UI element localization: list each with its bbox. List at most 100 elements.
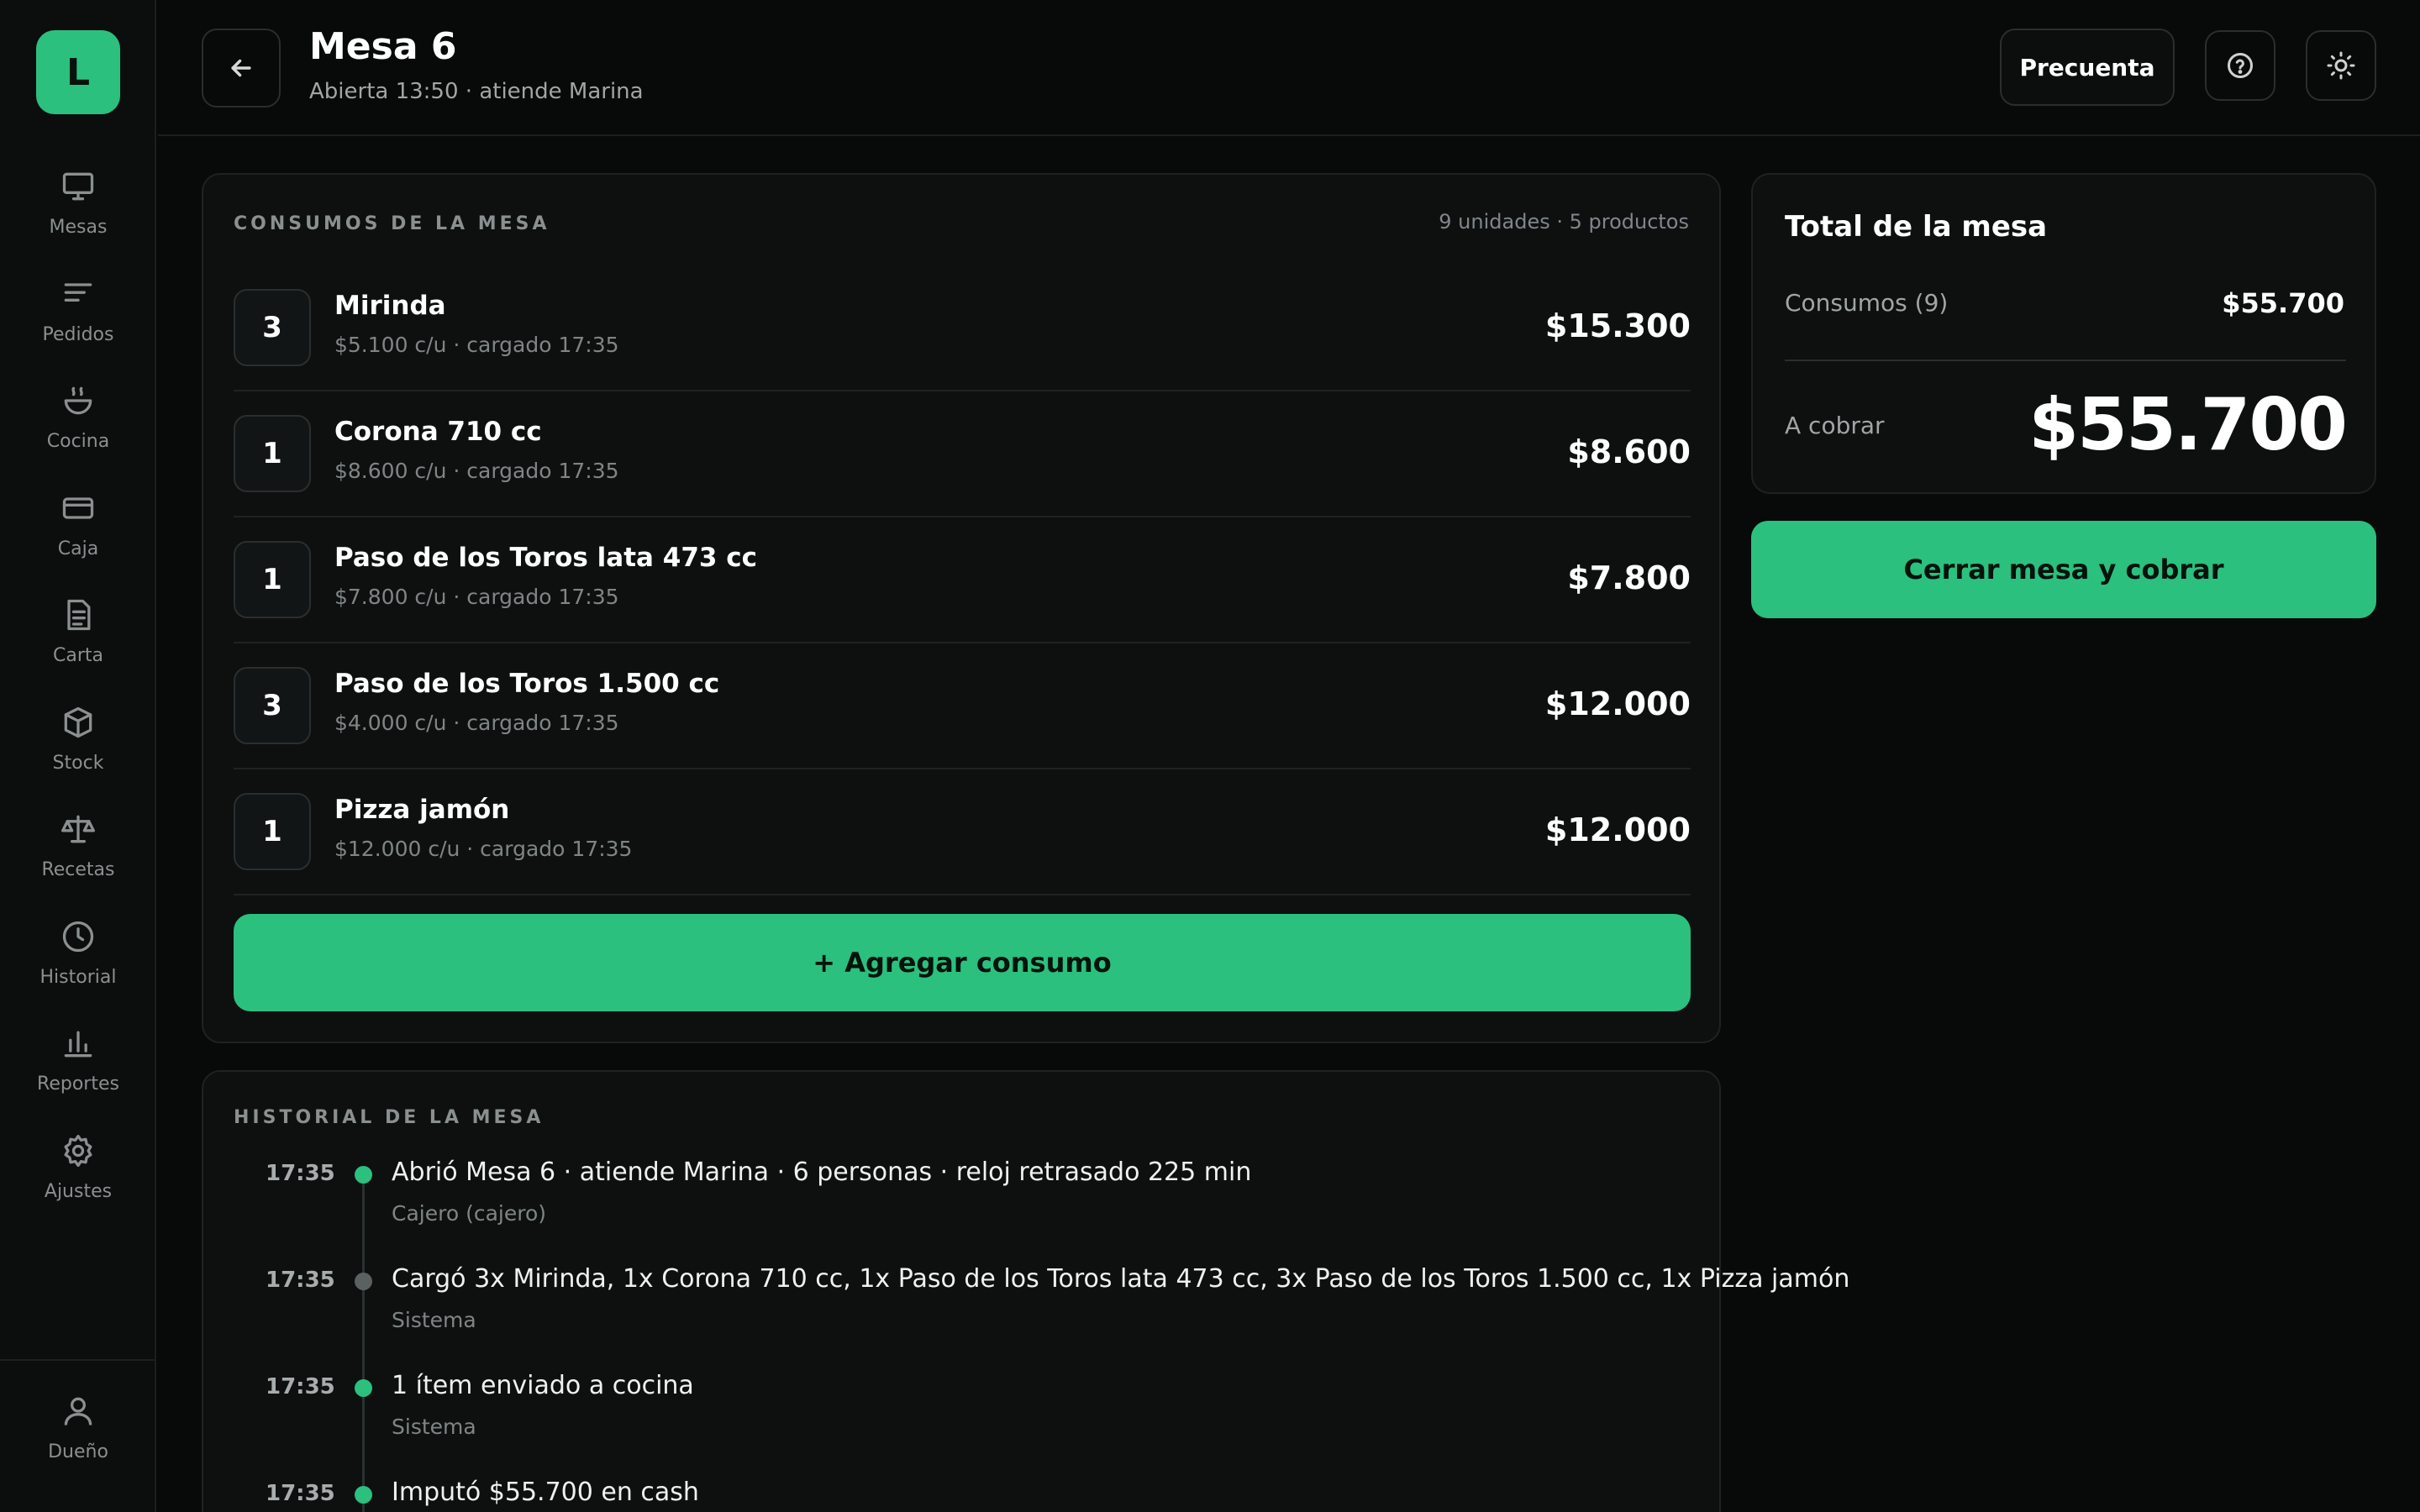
consumo-name: Pizza jamón: [334, 795, 510, 825]
event-time: 17:35: [266, 1374, 335, 1399]
sidebar-item-label: Pedidos: [42, 323, 114, 345]
sidebar-nav: Mesas Pedidos Cocina Caja Carta Stock Re…: [0, 160, 156, 1231]
sidebar-item-label: Stock: [52, 752, 104, 774]
sidebar-user[interactable]: Dueño: [0, 1359, 156, 1512]
consumo-total: $8.600: [1567, 433, 1691, 470]
consumo-qty[interactable]: 3: [234, 289, 311, 366]
list-icon: [64, 282, 92, 302]
page-header: Mesa 6 Abierta 13:50 · atiende Marina Pr…: [158, 0, 2420, 136]
event-time: 17:35: [266, 1481, 335, 1506]
app-root: L Mesas Pedidos Cocina Caja Carta Stock …: [0, 0, 2420, 1512]
bowl-icon: [64, 386, 92, 415]
consumo-row[interactable]: 3 Paso de los Toros 1.500 cc $4.000 c/u …: [234, 643, 1691, 769]
box-icon: [64, 706, 92, 738]
consumo-total: $12.000: [1544, 811, 1691, 848]
cobrar-label: A cobrar: [1785, 412, 1885, 439]
consumo-row[interactable]: 1 Corona 710 cc $8.600 c/u · cargado 17:…: [234, 391, 1691, 517]
event-text: Cargó 3x Mirinda, 1x Corona 710 cc, 1x P…: [392, 1264, 1850, 1294]
consumo-total: $7.800: [1567, 559, 1691, 596]
page-title: Mesa 6: [309, 25, 457, 68]
sun-icon: [2327, 51, 2355, 80]
page-subtitle: Abierta 13:50 · atiende Marina: [309, 79, 644, 104]
sidebar-item-ajustes[interactable]: Ajustes: [0, 1124, 156, 1231]
sidebar-item-label: Ajustes: [44, 1180, 113, 1202]
consumo-qty[interactable]: 1: [234, 415, 311, 492]
event-text: Abrió Mesa 6 · atiende Marina · 6 person…: [392, 1158, 1252, 1187]
consumo-meta: $8.600 c/u · cargado 17:35: [334, 459, 619, 483]
sidebar-item-label: Carta: [53, 645, 103, 666]
consumos-summary: 9 unidades · 5 productos: [1439, 210, 1689, 234]
timeline-event: 17:35 1 ítem enviado a cocina Sistema: [234, 1366, 1696, 1473]
historial-card: HISTORIAL DE LA MESA 17:35 Abrió Mesa 6 …: [202, 1070, 1849, 1512]
event-time: 17:35: [266, 1268, 335, 1293]
sidebar-item-label: Mesas: [49, 217, 108, 238]
sidebar-item-stock[interactable]: Stock: [0, 696, 156, 803]
sidebar-item-label: Recetas: [41, 859, 115, 880]
consumo-row[interactable]: 3 Mirinda $5.100 c/u · cargado 17:35 $15…: [234, 265, 1691, 391]
user-label: Dueño: [48, 1441, 108, 1462]
add-consumo-button[interactable]: + Agregar consumo: [234, 914, 1691, 1011]
consumo-qty[interactable]: 1: [234, 541, 311, 618]
consumo-row[interactable]: 1 Paso de los Toros lata 473 cc $7.800 c…: [234, 517, 1691, 643]
consumos-list: 3 Mirinda $5.100 c/u · cargado 17:35 $15…: [234, 265, 1691, 895]
help-icon: [2228, 53, 2253, 78]
close-and-charge-button[interactable]: Cerrar mesa y cobrar: [1751, 521, 2376, 618]
consumo-meta: $5.100 c/u · cargado 17:35: [334, 333, 619, 357]
sidebar-item-label: Reportes: [37, 1074, 119, 1095]
consumos-card: CONSUMOS DE LA MESA 9 unidades · 5 produ…: [202, 173, 1721, 1043]
total-divider: [1785, 360, 2346, 361]
scale-icon: [61, 815, 95, 843]
user-icon: [64, 1397, 92, 1425]
consumos-count-label: Consumos (9): [1785, 289, 1949, 317]
consumo-total: $15.300: [1544, 307, 1691, 344]
historial-timeline: 17:35 Abrió Mesa 6 · atiende Marina · 6 …: [234, 1152, 1849, 1512]
sidebar-item-caja[interactable]: Caja: [0, 481, 156, 589]
event-actor: Sistema: [392, 1308, 476, 1332]
consumo-row[interactable]: 1 Pizza jamón $12.000 c/u · cargado 17:3…: [234, 769, 1691, 895]
consumos-section-label: CONSUMOS DE LA MESA: [234, 213, 550, 234]
sidebar-item-label: Historial: [39, 966, 117, 988]
consumo-name: Paso de los Toros 1.500 cc: [334, 669, 720, 699]
app-logo[interactable]: L: [36, 30, 120, 114]
event-text: 1 ítem enviado a cocina: [392, 1371, 694, 1400]
gear-icon: [64, 1134, 92, 1167]
sidebar: L Mesas Pedidos Cocina Caja Carta Stock …: [0, 0, 156, 1512]
timeline-event: 17:35 Imputó $55.700 en cash: [234, 1473, 1696, 1512]
clock-icon: [62, 921, 94, 952]
sidebar-item-mesas[interactable]: Mesas: [0, 160, 156, 267]
event-text: Imputó $55.700 en cash: [392, 1478, 699, 1507]
event-actor: Cajero (cajero): [392, 1201, 546, 1226]
sidebar-item-recetas[interactable]: Recetas: [0, 802, 156, 910]
consumo-name: Mirinda: [334, 291, 446, 321]
sidebar-item-cocina[interactable]: Cocina: [0, 374, 156, 481]
sidebar-item-pedidos[interactable]: Pedidos: [0, 267, 156, 375]
event-dot: [355, 1486, 372, 1504]
cobrar-value: $55.700: [2028, 383, 2348, 467]
consumo-qty[interactable]: 1: [234, 793, 311, 870]
sidebar-item-reportes[interactable]: Reportes: [0, 1016, 156, 1124]
consumos-total-value: $55.700: [2222, 287, 2344, 319]
sidebar-item-label: Cocina: [46, 431, 110, 452]
card-icon: [62, 496, 94, 519]
sidebar-item-historial[interactable]: Historial: [0, 910, 156, 1017]
timeline-event: 17:35 Cargó 3x Mirinda, 1x Corona 710 cc…: [234, 1259, 1849, 1366]
total-title: Total de la mesa: [1785, 210, 2048, 244]
historial-section-label: HISTORIAL DE LA MESA: [234, 1107, 544, 1128]
consumo-meta: $7.800 c/u · cargado 17:35: [334, 585, 619, 609]
bar-chart-icon: [64, 1031, 92, 1058]
event-time: 17:35: [266, 1161, 335, 1186]
theme-toggle-button[interactable]: [2306, 30, 2376, 101]
consumo-name: Paso de los Toros lata 473 cc: [334, 543, 758, 573]
precuenta-button[interactable]: Precuenta: [2000, 29, 2175, 106]
event-dot: [355, 1379, 372, 1397]
back-button[interactable]: [202, 29, 281, 108]
total-card: Total de la mesa Consumos (9) $55.700 A …: [1751, 173, 2376, 494]
timeline-event: 17:35 Abrió Mesa 6 · atiende Marina · 6 …: [234, 1152, 1696, 1259]
sidebar-item-carta[interactable]: Carta: [0, 588, 156, 696]
arrow-left-icon: [231, 59, 251, 77]
sidebar-item-label: Caja: [57, 538, 99, 559]
help-button[interactable]: [2205, 30, 2275, 101]
consumo-qty[interactable]: 3: [234, 667, 311, 744]
consumo-total: $12.000: [1544, 685, 1691, 722]
consumo-name: Corona 710 cc: [334, 417, 542, 447]
